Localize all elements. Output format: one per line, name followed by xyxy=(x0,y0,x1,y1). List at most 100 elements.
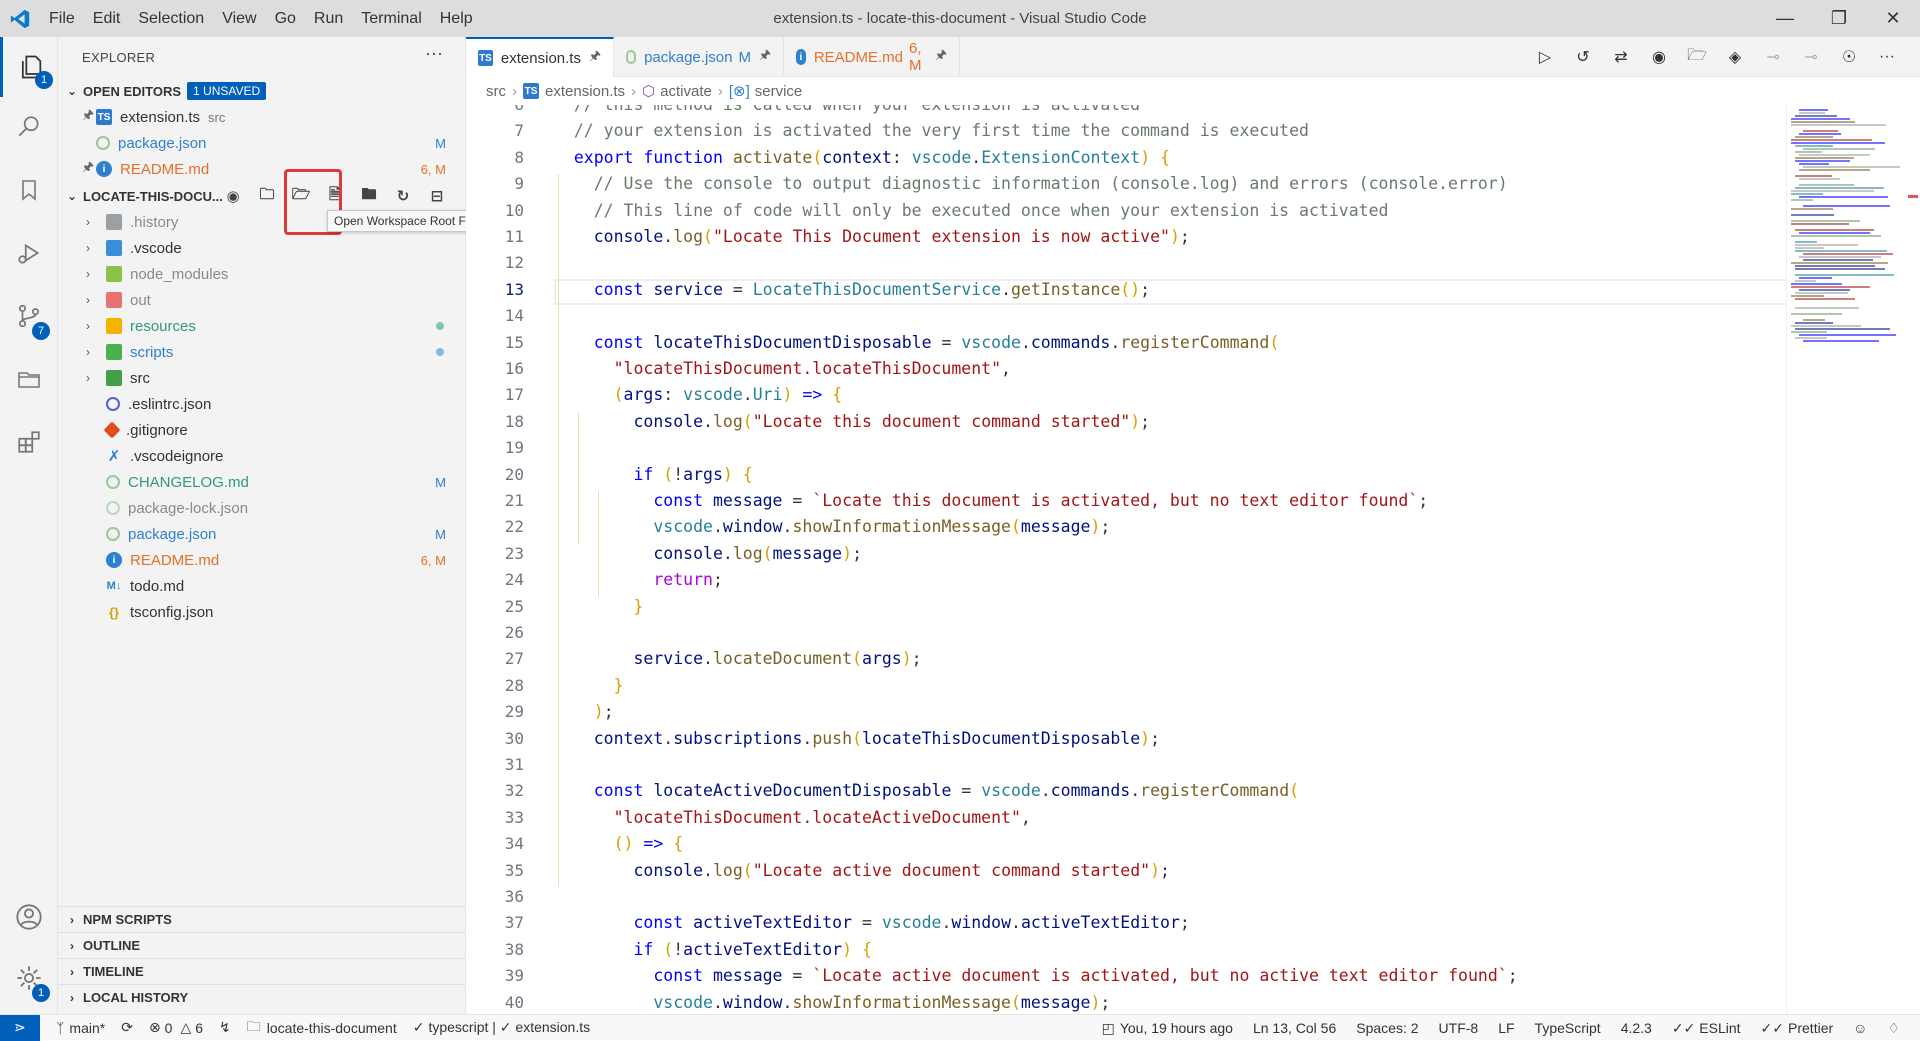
pin-icon[interactable]: 🖈 xyxy=(82,106,96,128)
tree-file[interactable]: package-lock.json xyxy=(58,495,466,521)
folder-icon[interactable] xyxy=(0,349,58,409)
remote-icon[interactable]: ⋗ xyxy=(0,1014,40,1041)
menu-go[interactable]: Go xyxy=(266,0,305,37)
npm-scripts-header[interactable]: › NPM SCRIPTS xyxy=(58,906,466,932)
search-icon[interactable] xyxy=(0,97,58,157)
tree-file[interactable]: ✗ .vscodeignore xyxy=(58,443,466,469)
folder-status[interactable]: 🗀 locate-this-document xyxy=(247,1016,397,1040)
local-history-header[interactable]: › LOCAL HISTORY xyxy=(58,984,466,1010)
git-blame-status[interactable]: ◰ You, 19 hours ago xyxy=(1102,1020,1233,1037)
indentation-status[interactable]: Spaces: 2 xyxy=(1356,1020,1418,1036)
previous-change-icon[interactable]: ⊸ xyxy=(1754,47,1792,67)
eol-status[interactable]: LF xyxy=(1498,1020,1514,1036)
git-commit-icon[interactable]: ◈ xyxy=(1716,47,1754,67)
prettier-status[interactable]: ✓✓ Prettier xyxy=(1761,1020,1834,1037)
open-changes-icon[interactable]: ☉ xyxy=(1830,47,1868,67)
account-icon[interactable] xyxy=(0,887,58,947)
more-actions-icon[interactable]: ··· xyxy=(425,43,443,64)
pin-icon[interactable]: 🖈 xyxy=(759,46,771,68)
tab-readme-md[interactable]: i README.md 6, M 🖈 xyxy=(784,37,960,77)
restore-icon[interactable]: ❐ xyxy=(1812,0,1866,37)
minimap-line xyxy=(1795,337,1827,339)
tab-extension-ts[interactable]: TS extension.ts 🖈 xyxy=(466,37,614,77)
pin-icon[interactable]: 🖈 xyxy=(82,158,96,180)
menu-run[interactable]: Run xyxy=(305,0,352,37)
bell-icon[interactable]: ♢ xyxy=(1887,1020,1900,1037)
menu-edit[interactable]: Edit xyxy=(84,0,130,37)
lightning-icon[interactable]: ↯ xyxy=(219,1019,231,1036)
open-editor-item[interactable]: 🖈 i README.md 6, M xyxy=(58,156,466,182)
minimize-icon[interactable]: — xyxy=(1758,0,1812,37)
cursor-position[interactable]: Ln 13, Col 56 xyxy=(1253,1020,1336,1036)
tree-file[interactable]: M↓ todo.md xyxy=(58,573,466,599)
open-folder-icon[interactable]: 🗁 xyxy=(1678,44,1716,71)
breadcrumb-item[interactable]: src xyxy=(486,83,506,100)
extensions-icon[interactable] xyxy=(0,412,58,472)
feedback-icon[interactable]: ☺ xyxy=(1853,1020,1867,1036)
typescript-status[interactable]: ✓ typescript | ✓ extension.ts xyxy=(413,1019,590,1036)
ts-version[interactable]: 4.2.3 xyxy=(1621,1020,1652,1036)
tree-file[interactable]: .gitignore xyxy=(58,417,466,443)
tree-folder[interactable]: › node_modules xyxy=(58,261,466,287)
explorer-icon[interactable]: 1 xyxy=(0,37,58,97)
bookmark-icon[interactable] xyxy=(0,160,58,220)
language-mode[interactable]: TypeScript xyxy=(1535,1020,1601,1036)
tree-file[interactable]: .eslintrc.json xyxy=(58,391,466,417)
menu-view[interactable]: View xyxy=(213,0,265,37)
pin-icon[interactable]: 🖈 xyxy=(589,47,601,69)
sync-status[interactable]: ⟳ xyxy=(121,1019,133,1036)
settings-badge: 1 xyxy=(32,984,50,1002)
open-editor-item[interactable]: 🖈 TS extension.ts src xyxy=(58,104,466,130)
branch-status[interactable]: ᛉ main* xyxy=(56,1020,105,1036)
breadcrumb-item[interactable]: activate xyxy=(660,83,712,100)
breadcrumb-item[interactable]: extension.ts xyxy=(545,83,625,100)
minimap-line xyxy=(1803,205,1890,207)
close-icon[interactable]: ✕ xyxy=(1866,0,1920,37)
collapse-all-icon[interactable]: ⊟ xyxy=(420,187,454,205)
minimap-line xyxy=(1791,124,1886,126)
compare-icon[interactable]: ⇄ xyxy=(1602,47,1640,67)
open-editors-header[interactable]: ⌄ OPEN EDITORS 1 UNSAVED xyxy=(58,78,466,104)
tree-file[interactable]: CHANGELOG.md M xyxy=(58,469,466,495)
menu-terminal[interactable]: Terminal xyxy=(352,0,430,37)
tree-folder[interactable]: › .vscode xyxy=(58,235,466,261)
pin-icon[interactable]: 🖈 xyxy=(935,46,947,68)
locate-target-icon[interactable]: ◉ xyxy=(216,187,250,205)
breadcrumb-item[interactable]: service xyxy=(755,83,803,100)
tree-folder[interactable]: › out xyxy=(58,287,466,313)
minimap-line xyxy=(1799,133,1841,135)
editor-scrollbar[interactable] xyxy=(1906,105,1920,1014)
gear-icon[interactable]: 1 xyxy=(0,948,58,1008)
code-editor[interactable]: 6 // this method is called when your ext… xyxy=(466,105,1786,1014)
menu-file[interactable]: File xyxy=(40,0,84,37)
source-control-icon[interactable]: 7 xyxy=(0,286,58,346)
run-debug-icon[interactable] xyxy=(0,223,58,283)
new-folder-icon[interactable]: 🖿 xyxy=(352,184,386,209)
open-folder-icon[interactable]: 🗀 xyxy=(250,184,284,209)
history-icon[interactable]: ↺ xyxy=(1564,47,1602,67)
tree-folder[interactable]: › scripts xyxy=(58,339,466,365)
minimap[interactable] xyxy=(1786,105,1906,1014)
tree-file[interactable]: i README.md 6, M xyxy=(58,547,466,573)
open-editor-item[interactable]: package.json M xyxy=(58,130,466,156)
tree-file[interactable]: {} tsconfig.json xyxy=(58,599,466,625)
run-icon[interactable]: ▷ xyxy=(1526,47,1564,67)
refresh-icon[interactable]: ↻ xyxy=(386,187,420,205)
tree-folder[interactable]: › src xyxy=(58,365,466,391)
outline-header[interactable]: › OUTLINE xyxy=(58,932,466,958)
eslint-status[interactable]: ✓✓ ESLint xyxy=(1672,1020,1741,1037)
target-icon[interactable]: ◉ xyxy=(1640,47,1678,67)
tree-folder[interactable]: › resources xyxy=(58,313,466,339)
next-change-icon[interactable]: ⊸ xyxy=(1792,47,1830,67)
tab-package-json[interactable]: package.json M 🖈 xyxy=(614,37,784,77)
more-actions-icon[interactable]: ··· xyxy=(1868,48,1906,66)
menu-selection[interactable]: Selection xyxy=(129,0,213,37)
problems-status[interactable]: ⊗ 0 △ 6 xyxy=(149,1019,203,1036)
workspace-header[interactable]: ⌄ LOCATE-THIS-DOCU... ◉ 🗀 🗁 🗎 🖿 ↻ ⊟ xyxy=(58,183,466,209)
timeline-header[interactable]: › TIMELINE xyxy=(58,958,466,984)
menu-help[interactable]: Help xyxy=(431,0,482,37)
tree-folder-name: .vscode xyxy=(130,239,182,257)
tree-file[interactable]: package.json M xyxy=(58,521,466,547)
info-file-icon: i xyxy=(796,49,806,65)
encoding-status[interactable]: UTF-8 xyxy=(1439,1020,1479,1036)
